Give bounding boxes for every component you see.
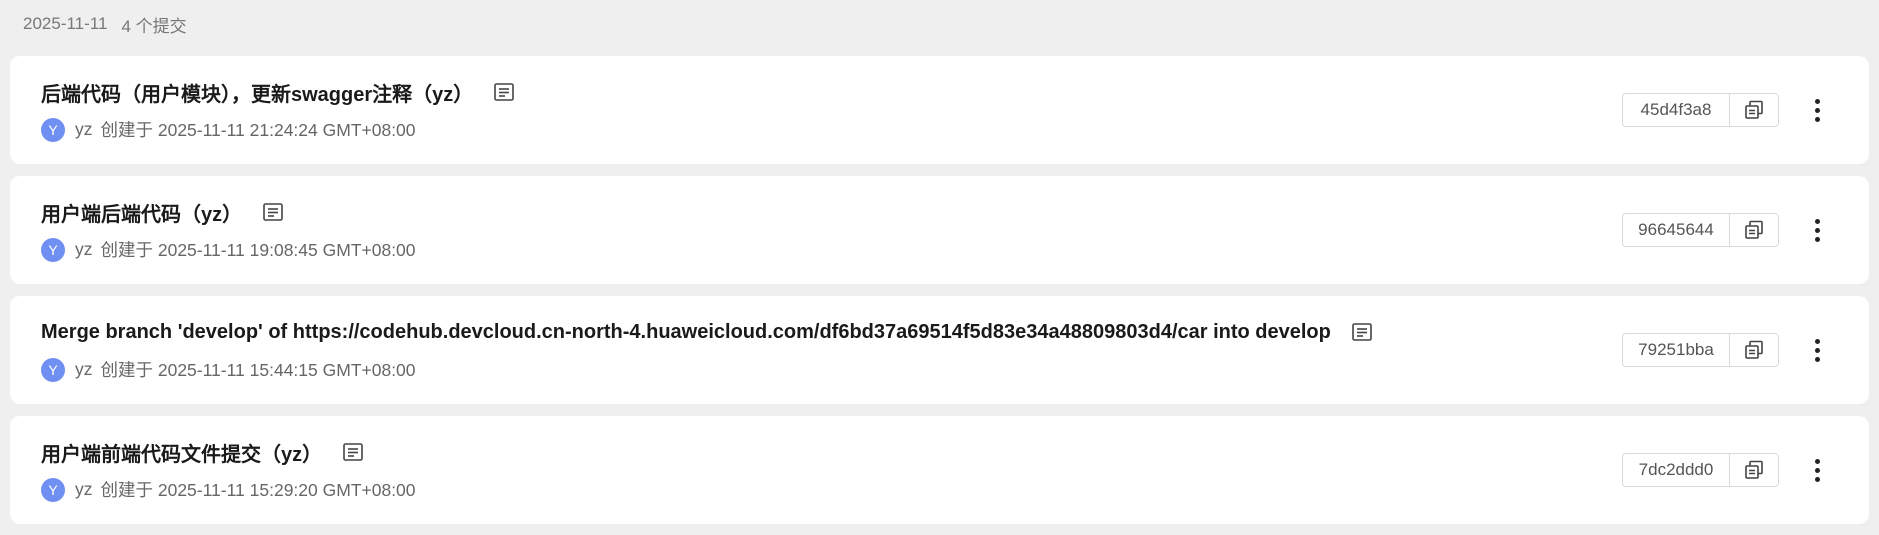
- commit-card: 后端代码（用户模块），更新swagger注释（yz） Y yz 创建于 2025…: [10, 56, 1869, 164]
- commit-title-row: 后端代码（用户模块），更新swagger注释（yz）: [41, 78, 515, 106]
- more-vertical-icon: [1814, 338, 1820, 344]
- commit-author[interactable]: yz: [75, 479, 93, 500]
- message-detail-icon[interactable]: [262, 201, 284, 223]
- message-detail-icon[interactable]: [1351, 321, 1373, 343]
- avatar: Y: [41, 477, 65, 502]
- commit-hash-link[interactable]: 45d4f3a8: [1623, 94, 1730, 126]
- copy-icon: [1745, 460, 1763, 479]
- commit-list: 后端代码（用户模块），更新swagger注释（yz） Y yz 创建于 2025…: [0, 56, 1879, 524]
- commit-author[interactable]: yz: [75, 119, 93, 140]
- copy-hash-button[interactable]: [1730, 454, 1778, 486]
- commit-created-time: 创建于 2025-11-11 15:44:15 GMT+08:00: [100, 360, 416, 380]
- copy-hash-button[interactable]: [1730, 214, 1778, 246]
- more-vertical-icon: [1814, 218, 1820, 224]
- copy-hash-button[interactable]: [1730, 334, 1778, 366]
- commit-meta: Y yz 创建于 2025-11-11 15:29:20 GMT+08:00: [41, 477, 416, 502]
- more-actions-button[interactable]: [1805, 334, 1829, 366]
- commit-author[interactable]: yz: [75, 239, 93, 260]
- commit-created-time: 创建于 2025-11-11 19:08:45 GMT+08:00: [100, 240, 416, 260]
- commit-hash-group: 79251bba: [1622, 333, 1779, 367]
- avatar: Y: [41, 237, 65, 262]
- copy-icon: [1745, 340, 1763, 359]
- commit-title-row: 用户端前端代码文件提交（yz）: [41, 438, 364, 466]
- group-commit-count: 4 个提交: [121, 16, 187, 36]
- copy-icon: [1745, 100, 1763, 119]
- more-actions-button[interactable]: [1805, 454, 1829, 486]
- message-detail-icon[interactable]: [342, 441, 364, 463]
- copy-hash-button[interactable]: [1730, 94, 1778, 126]
- more-actions-button[interactable]: [1805, 94, 1829, 126]
- commit-meta: Y yz 创建于 2025-11-11 21:24:24 GMT+08:00: [41, 117, 416, 142]
- commit-title[interactable]: 用户端后端代码（yz）: [41, 198, 242, 227]
- commit-card: 用户端前端代码文件提交（yz） Y yz 创建于 2025-11-11 15:2…: [10, 416, 1869, 524]
- group-date: 2025-11-11: [23, 14, 108, 33]
- commit-hash-link[interactable]: 79251bba: [1623, 334, 1730, 366]
- commit-hash-group: 45d4f3a8: [1622, 93, 1779, 127]
- commit-card: Merge branch 'develop' of https://codehu…: [10, 296, 1869, 404]
- commit-hash-link[interactable]: 7dc2ddd0: [1623, 454, 1730, 486]
- more-vertical-icon: [1814, 98, 1820, 104]
- commit-group-header: 2025-11-11 4 个提交: [0, 0, 1879, 48]
- commit-card: 用户端后端代码（yz） Y yz 创建于 2025-11-11 19:08:45…: [10, 176, 1869, 284]
- commit-hash-group: 96645644: [1622, 213, 1779, 247]
- commit-title[interactable]: 后端代码（用户模块），更新swagger注释（yz）: [41, 78, 473, 107]
- avatar: Y: [41, 357, 65, 382]
- commit-hash-group: 7dc2ddd0: [1622, 453, 1779, 487]
- commit-title-row: Merge branch 'develop' of https://codehu…: [41, 318, 1373, 346]
- more-vertical-icon: [1814, 458, 1820, 464]
- commit-meta: Y yz 创建于 2025-11-11 19:08:45 GMT+08:00: [41, 237, 416, 262]
- copy-icon: [1745, 220, 1763, 239]
- more-actions-button[interactable]: [1805, 214, 1829, 246]
- commit-title[interactable]: 用户端前端代码文件提交（yz）: [41, 438, 322, 467]
- commit-meta: Y yz 创建于 2025-11-11 15:44:15 GMT+08:00: [41, 357, 416, 382]
- commit-title[interactable]: Merge branch 'develop' of https://codehu…: [41, 321, 1331, 344]
- commit-hash-link[interactable]: 96645644: [1623, 214, 1730, 246]
- avatar: Y: [41, 117, 65, 142]
- commit-title-row: 用户端后端代码（yz）: [41, 198, 284, 226]
- commit-created-time: 创建于 2025-11-11 21:24:24 GMT+08:00: [100, 120, 416, 140]
- message-detail-icon[interactable]: [493, 81, 515, 103]
- commit-created-time: 创建于 2025-11-11 15:29:20 GMT+08:00: [100, 480, 416, 500]
- commit-author[interactable]: yz: [75, 359, 93, 380]
